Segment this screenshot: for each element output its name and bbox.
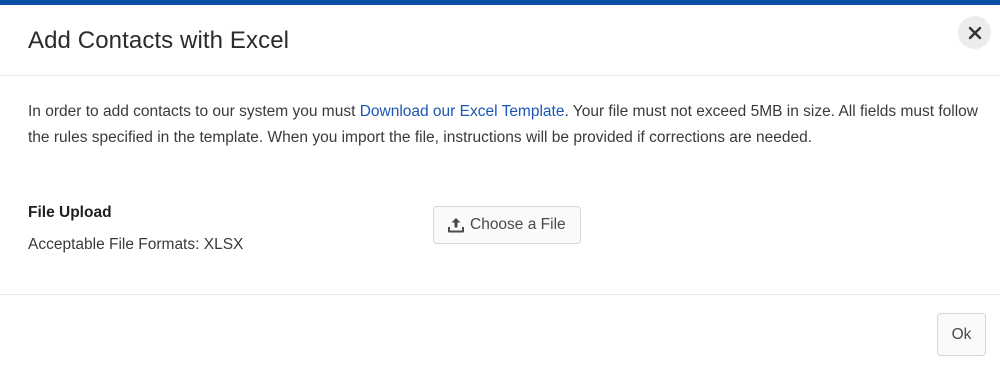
choose-file-button[interactable]: Choose a File bbox=[433, 206, 581, 244]
instructions-text-start: In order to add contacts to our system y… bbox=[28, 103, 360, 120]
ok-button[interactable]: Ok bbox=[937, 313, 986, 356]
dialog-title: Add Contacts with Excel bbox=[28, 27, 290, 54]
dialog-header: Add Contacts with Excel bbox=[0, 5, 1000, 76]
instructions-text: In order to add contacts to our system y… bbox=[28, 99, 978, 151]
choose-file-label: Choose a File bbox=[470, 216, 566, 233]
close-icon bbox=[968, 26, 981, 39]
upload-icon bbox=[448, 218, 464, 233]
download-template-link[interactable]: Download our Excel Template bbox=[360, 103, 565, 120]
close-button[interactable] bbox=[958, 16, 991, 49]
acceptable-formats-text: Acceptable File Formats: XLSX bbox=[28, 236, 244, 253]
file-upload-label: File Upload bbox=[28, 204, 112, 221]
dialog-body: In order to add contacts to our system y… bbox=[0, 76, 1000, 295]
add-contacts-dialog: Add Contacts with Excel In order to add … bbox=[0, 0, 1000, 369]
dialog-footer: Ok bbox=[0, 295, 1000, 369]
